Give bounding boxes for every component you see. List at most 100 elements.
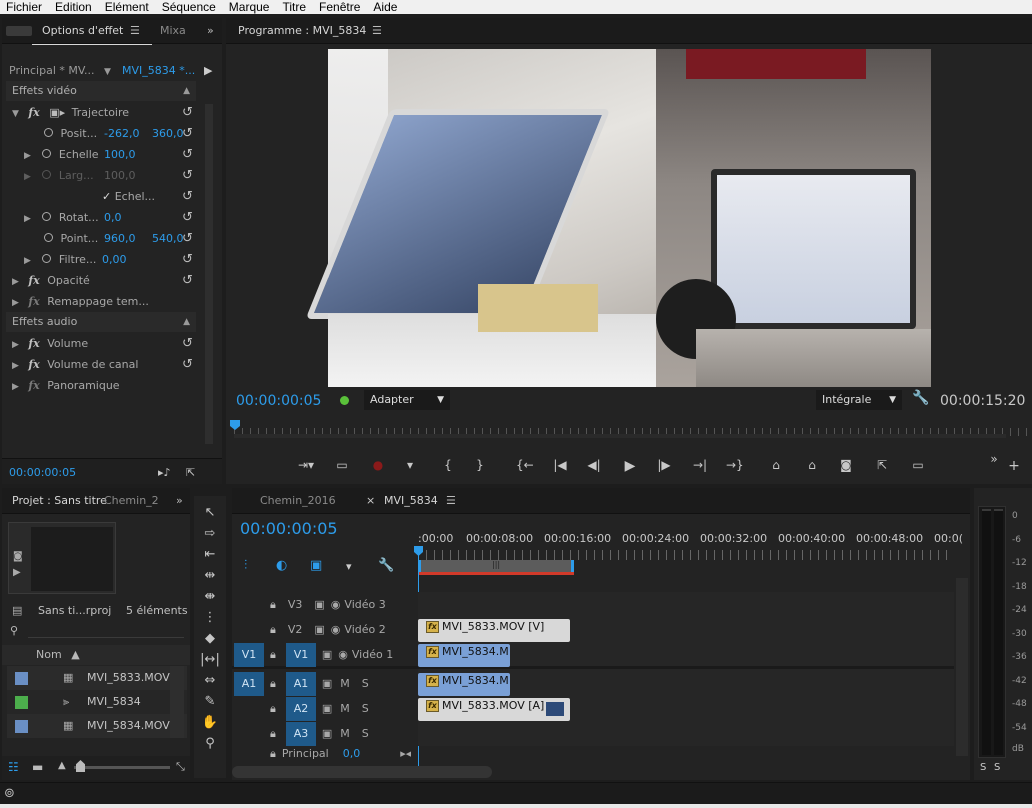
add-button-icon[interactable]: + — [1006, 458, 1022, 474]
menu-fenetre[interactable]: Fenêtre — [319, 0, 360, 14]
anchor-y-value[interactable]: 540,0 — [152, 228, 184, 249]
snap-icon[interactable]: ⫶ — [244, 558, 247, 573]
wrench-icon[interactable]: 🔧 — [378, 558, 394, 573]
menu-element[interactable]: Elément — [105, 0, 149, 14]
work-area-grip[interactable]: ||| — [492, 560, 500, 569]
clip-a2[interactable]: fx MVI_5833.MOV [A] — [418, 698, 570, 721]
solo-button[interactable]: S — [362, 677, 369, 690]
effect-controls-timecode[interactable]: 00:00:00:05 — [9, 462, 76, 483]
wrench-icon[interactable]: 🔧 — [912, 390, 929, 406]
step-back-icon[interactable]: ◀| — [586, 458, 602, 472]
play-icon[interactable]: ▶ — [622, 458, 638, 474]
lock-icon[interactable]: 🔒︎ — [270, 598, 276, 611]
menu-aide[interactable]: Aide — [373, 0, 397, 14]
overflow-icon[interactable]: » — [986, 452, 1002, 466]
add-marker-icon[interactable]: ▣ — [310, 558, 322, 573]
list-item[interactable]: ⫸ MVI_5834 — [7, 690, 187, 714]
eye-icon[interactable]: ◉ — [331, 623, 341, 636]
expand-timeline-icon[interactable]: ▶ — [204, 60, 212, 81]
position-x-value[interactable]: -262,0 — [104, 123, 139, 144]
tab-effect-controls[interactable]: Options d'effet — [42, 18, 123, 44]
step-forward-icon[interactable]: |▶ — [656, 458, 672, 472]
menu-sequence[interactable]: Séquence — [162, 0, 216, 14]
rate-stretch-icon[interactable]: ⇼ — [199, 587, 221, 607]
source-v1-patch[interactable]: V1 — [234, 643, 264, 667]
tab-chemin-2016[interactable]: Chemin_2016 — [260, 488, 336, 514]
clip-v2[interactable]: fx MVI_5833.MOV [V] — [418, 619, 570, 642]
horizontal-scrollbar[interactable] — [232, 766, 492, 778]
vertical-scrollbar[interactable] — [205, 104, 213, 444]
step-forward-end-icon[interactable]: →| — [692, 458, 708, 472]
mute-button[interactable]: M — [340, 702, 350, 715]
ripple-edit-icon[interactable]: ⇤ — [199, 545, 221, 565]
uniform-scale-checkbox[interactable]: ✓ Echel... — [102, 186, 155, 207]
effect-remap[interactable]: ▶ fx Remappage tem... — [12, 291, 149, 312]
stopwatch-icon[interactable] — [44, 233, 53, 242]
lock-icon[interactable]: 🔒︎ — [270, 727, 276, 740]
slide-tool-icon[interactable]: |↔| — [199, 650, 221, 670]
reset-icon[interactable]: ↺ — [182, 333, 193, 354]
close-icon[interactable]: × — [366, 488, 375, 514]
tab-program[interactable]: Programme : MVI_5834 — [238, 18, 366, 44]
stopwatch-icon[interactable] — [44, 128, 53, 137]
go-to-end-icon[interactable]: ▸◂ — [400, 747, 411, 760]
creative-cloud-icon[interactable]: ⊚ — [4, 786, 15, 801]
filter-value[interactable]: 0,00 — [102, 249, 127, 270]
eye-icon[interactable]: ◉ — [331, 598, 341, 611]
icon-view-icon[interactable]: ▬ — [32, 760, 43, 774]
export-icon[interactable]: ⇱ — [874, 458, 890, 472]
sync-icon[interactable]: ▣ — [322, 727, 332, 740]
go-to-in-icon[interactable]: {← — [516, 458, 534, 472]
selection-tool-icon[interactable]: ↖ — [199, 503, 221, 523]
tab-mvi-5834[interactable]: MVI_5834 — [384, 488, 438, 514]
panel-menu-icon[interactable]: ☰ — [130, 18, 140, 44]
sync-icon[interactable]: ▣ — [322, 648, 332, 661]
hand-icon[interactable]: ✋ — [199, 713, 221, 733]
reset-icon[interactable]: ↺ — [182, 270, 193, 291]
time-ruler[interactable]: :00:00 00:00:08:00 00:00:16:00 00:00:24:… — [418, 532, 963, 550]
lift-icon[interactable]: ⌂ — [768, 458, 784, 472]
solo-right-button[interactable]: S — [994, 762, 1000, 773]
go-to-out-icon[interactable]: →} — [726, 458, 744, 472]
search-icon[interactable]: ⚲ — [10, 620, 18, 641]
mark-in-icon[interactable]: { — [440, 458, 456, 472]
source-a1-patch[interactable]: A1 — [234, 672, 264, 696]
menu-edition[interactable]: Edition — [55, 0, 92, 14]
program-current-timecode[interactable]: 00:00:00:05 — [236, 390, 321, 412]
reset-icon[interactable]: ↺ — [182, 144, 193, 165]
lock-icon[interactable]: 🔒︎ — [270, 747, 276, 760]
panel-menu-icon[interactable]: ☰ — [372, 18, 382, 44]
sync-icon[interactable]: ▣ — [322, 702, 332, 715]
rotation-value[interactable]: 0,0 — [104, 207, 122, 228]
clip-a1[interactable]: fx MVI_5834.M — [418, 673, 510, 696]
mute-button[interactable]: M — [340, 727, 350, 740]
solo-button[interactable]: S — [362, 702, 369, 715]
stopwatch-icon[interactable] — [42, 254, 52, 263]
effect-volume[interactable]: ▶ fx Volume — [12, 333, 88, 354]
linked-selection-icon[interactable]: ◐ — [276, 558, 287, 573]
list-view-icon[interactable]: ☷ — [8, 760, 19, 774]
safe-margins-icon[interactable]: ▭ — [334, 458, 350, 472]
track-area[interactable] — [418, 592, 954, 746]
stopwatch-icon[interactable] — [42, 212, 52, 221]
fit-dropdown[interactable]: Adapter ▼ — [364, 390, 450, 410]
lock-icon[interactable]: 🔒︎ — [270, 648, 276, 661]
effect-trajectoire[interactable]: ▼ fx ▣▸ Trajectoire — [12, 102, 129, 123]
slide-arrows-icon[interactable]: ⇔ — [199, 671, 221, 691]
clip-v1[interactable]: fx MVI_5834.M — [418, 644, 510, 667]
solo-button[interactable]: S — [362, 727, 369, 740]
menu-fichier[interactable]: Fichier — [6, 0, 42, 14]
zoom-scrollbar[interactable] — [234, 434, 1006, 438]
record-icon[interactable]: ● — [370, 458, 386, 472]
reset-icon[interactable]: ↺ — [182, 165, 193, 186]
solo-left-button[interactable]: S — [980, 762, 986, 773]
effect-opacite[interactable]: ▶ fx Opacité — [12, 270, 90, 291]
sync-icon[interactable]: ▣ — [314, 598, 324, 611]
panel-overflow-icon[interactable]: » — [207, 18, 214, 44]
slip-tool-icon[interactable]: ◆ — [199, 629, 221, 649]
marker-icon[interactable]: ▾ — [402, 458, 418, 472]
search-input[interactable] — [28, 626, 184, 638]
list-item[interactable]: ▦ MVI_5834.MOV — [7, 714, 187, 738]
mark-out-icon[interactable]: } — [472, 458, 488, 472]
lock-icon[interactable]: 🔒︎ — [270, 702, 276, 715]
